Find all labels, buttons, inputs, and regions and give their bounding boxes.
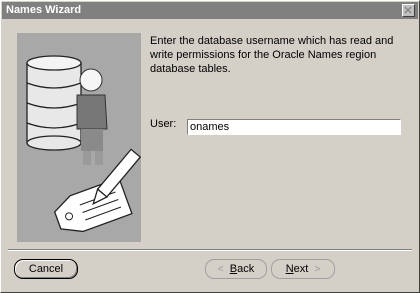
instruction-text: Enter the database username which has re…	[150, 35, 394, 75]
back-button[interactable]: < Back	[205, 259, 267, 279]
wizard-window: Names Wizard Enter the database username…	[0, 0, 420, 293]
window-title: Names Wizard	[6, 4, 82, 16]
user-label: User:	[150, 118, 177, 130]
divider	[8, 249, 412, 251]
wizard-illustration	[17, 33, 142, 242]
back-mnemonic: B	[229, 263, 238, 275]
next-mnemonic: N	[285, 263, 294, 275]
user-input[interactable]	[187, 119, 401, 135]
back-label: ack	[237, 263, 255, 275]
title-bar[interactable]: Names Wizard	[2, 2, 418, 19]
next-label: ext	[293, 263, 309, 275]
close-icon	[404, 6, 412, 14]
chevron-right-icon: >	[314, 264, 321, 275]
close-button[interactable]	[402, 4, 415, 17]
cancel-label: Cancel	[28, 263, 64, 275]
database-user-tag-icon	[26, 55, 142, 233]
cancel-button[interactable]: Cancel	[14, 259, 78, 279]
chevron-left-icon: <	[217, 264, 224, 275]
next-button[interactable]: Next >	[271, 259, 335, 279]
